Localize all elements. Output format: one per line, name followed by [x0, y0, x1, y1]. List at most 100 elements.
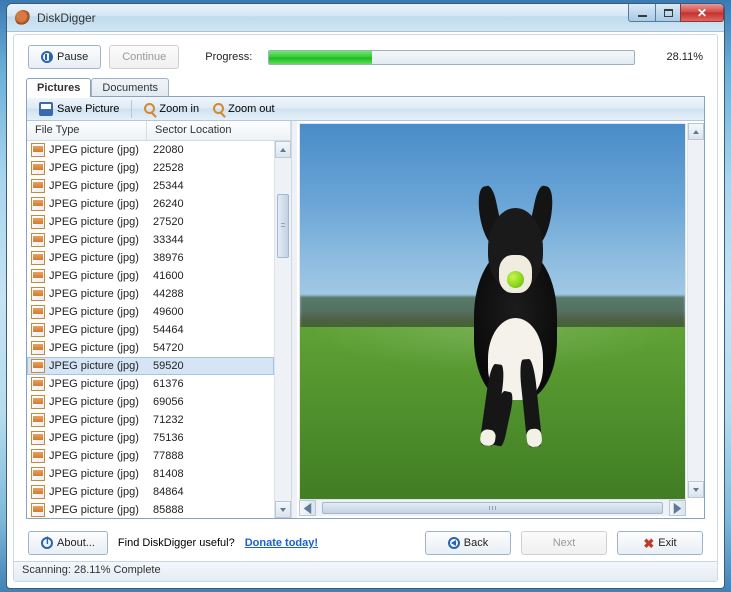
row-sector: 22528: [149, 162, 274, 174]
jpeg-file-icon: [31, 305, 45, 319]
preview-hscroll-thumb[interactable]: [322, 502, 663, 514]
row-sector: 54464: [149, 324, 274, 336]
close-button[interactable]: ✕: [680, 4, 724, 22]
table-row[interactable]: JPEG picture (jpg)27520: [27, 213, 274, 231]
zoom-out-button[interactable]: Zoom out: [207, 101, 280, 117]
thumb-grip-icon: [281, 223, 285, 229]
back-button[interactable]: Back: [425, 531, 511, 555]
preview-scroll-left[interactable]: [299, 500, 316, 516]
table-row[interactable]: JPEG picture (jpg)81408: [27, 465, 274, 483]
continue-button[interactable]: Continue: [109, 45, 179, 69]
preview-scroll-down[interactable]: [688, 481, 704, 498]
row-sector: 59520: [149, 360, 274, 372]
list-vscrollbar[interactable]: [274, 141, 291, 518]
table-row[interactable]: JPEG picture (jpg)33344: [27, 231, 274, 249]
scroll-track[interactable]: [275, 158, 291, 501]
row-filetype: JPEG picture (jpg): [49, 270, 149, 282]
row-filetype: JPEG picture (jpg): [49, 432, 149, 444]
table-row[interactable]: JPEG picture (jpg)61376: [27, 375, 274, 393]
exit-label: Exit: [658, 537, 676, 549]
file-list-panel: File Type Sector Location JPEG picture (…: [27, 121, 292, 518]
about-button[interactable]: About...: [28, 531, 108, 555]
minimize-button[interactable]: [628, 4, 656, 22]
row-filetype: JPEG picture (jpg): [49, 234, 149, 246]
scroll-up-button[interactable]: [275, 141, 291, 158]
preview-scroll-right[interactable]: [669, 500, 686, 516]
col-filetype[interactable]: File Type: [27, 121, 147, 140]
preview-vscrollbar[interactable]: [687, 123, 704, 498]
tab-documents[interactable]: Documents: [91, 78, 169, 97]
table-row[interactable]: JPEG picture (jpg)69056: [27, 393, 274, 411]
preview-image: [299, 123, 686, 516]
col-sector[interactable]: Sector Location: [147, 121, 291, 140]
maximize-button[interactable]: [655, 4, 681, 22]
jpeg-file-icon: [31, 503, 45, 517]
status-text: Scanning: 28.11% Complete: [22, 564, 161, 576]
zoom-in-button[interactable]: Zoom in: [138, 101, 205, 117]
progress-bar: [268, 50, 635, 65]
row-sector: 33344: [149, 234, 274, 246]
row-filetype: JPEG picture (jpg): [49, 252, 149, 264]
jpeg-file-icon: [31, 323, 45, 337]
pause-button[interactable]: Pause: [28, 45, 101, 69]
table-row[interactable]: JPEG picture (jpg)59520: [27, 357, 274, 375]
window-controls: ✕: [629, 4, 724, 22]
row-sector: 44288: [149, 288, 274, 300]
row-filetype: JPEG picture (jpg): [49, 342, 149, 354]
jpeg-file-icon: [31, 377, 45, 391]
jpeg-file-icon: [31, 395, 45, 409]
preview-hscroll-track[interactable]: [316, 500, 669, 516]
table-row[interactable]: JPEG picture (jpg)75136: [27, 429, 274, 447]
list-body: JPEG picture (jpg)22080JPEG picture (jpg…: [27, 141, 291, 518]
exit-icon: ✖: [643, 537, 654, 550]
app-window: DiskDigger ✕ Pause Continue Progress: 28…: [6, 3, 725, 589]
preview-dog: [446, 194, 585, 468]
tab-strip: Pictures Documents: [14, 75, 717, 97]
jpeg-file-icon: [31, 233, 45, 247]
list-header: File Type Sector Location: [27, 121, 291, 141]
preview-hscrollbar[interactable]: [299, 499, 686, 516]
row-filetype: JPEG picture (jpg): [49, 324, 149, 336]
jpeg-file-icon: [31, 341, 45, 355]
titlebar[interactable]: DiskDigger ✕: [7, 4, 724, 32]
row-filetype: JPEG picture (jpg): [49, 198, 149, 210]
table-row[interactable]: JPEG picture (jpg)84864: [27, 483, 274, 501]
row-sector: 27520: [149, 216, 274, 228]
table-row[interactable]: JPEG picture (jpg)41600: [27, 267, 274, 285]
save-picture-button[interactable]: Save Picture: [33, 100, 125, 118]
table-row[interactable]: JPEG picture (jpg)85888: [27, 501, 274, 518]
exit-button[interactable]: ✖ Exit: [617, 531, 703, 555]
table-row[interactable]: JPEG picture (jpg)54464: [27, 321, 274, 339]
table-row[interactable]: JPEG picture (jpg)38976: [27, 249, 274, 267]
pause-label: Pause: [57, 51, 88, 63]
row-sector: 84864: [149, 486, 274, 498]
about-label: About...: [57, 537, 95, 549]
row-filetype: JPEG picture (jpg): [49, 180, 149, 192]
table-row[interactable]: JPEG picture (jpg)25344: [27, 177, 274, 195]
scroll-down-button[interactable]: [275, 501, 291, 518]
table-row[interactable]: JPEG picture (jpg)71232: [27, 411, 274, 429]
save-icon: [39, 102, 53, 116]
next-button[interactable]: Next: [521, 531, 607, 555]
jpeg-file-icon: [31, 287, 45, 301]
bottom-row: About... Find DiskDigger useful? Donate …: [14, 527, 717, 561]
tab-panel-pictures: Save Picture Zoom in Zoom out File Type …: [26, 97, 705, 519]
table-row[interactable]: JPEG picture (jpg)77888: [27, 447, 274, 465]
table-row[interactable]: JPEG picture (jpg)44288: [27, 285, 274, 303]
table-row[interactable]: JPEG picture (jpg)22080: [27, 141, 274, 159]
donate-link[interactable]: Donate today!: [245, 537, 318, 549]
row-filetype: JPEG picture (jpg): [49, 306, 149, 318]
table-row[interactable]: JPEG picture (jpg)22528: [27, 159, 274, 177]
jpeg-file-icon: [31, 449, 45, 463]
preview-scroll-up[interactable]: [688, 123, 704, 140]
progress-fill: [269, 51, 372, 64]
window-title: DiskDigger: [37, 11, 96, 25]
table-row[interactable]: JPEG picture (jpg)49600: [27, 303, 274, 321]
tab-pictures[interactable]: Pictures: [26, 78, 91, 97]
zoom-out-label: Zoom out: [228, 103, 274, 115]
table-row[interactable]: JPEG picture (jpg)26240: [27, 195, 274, 213]
table-row[interactable]: JPEG picture (jpg)54720: [27, 339, 274, 357]
scroll-thumb[interactable]: [277, 194, 289, 258]
useful-text: Find DiskDigger useful?: [118, 537, 235, 549]
row-filetype: JPEG picture (jpg): [49, 378, 149, 390]
